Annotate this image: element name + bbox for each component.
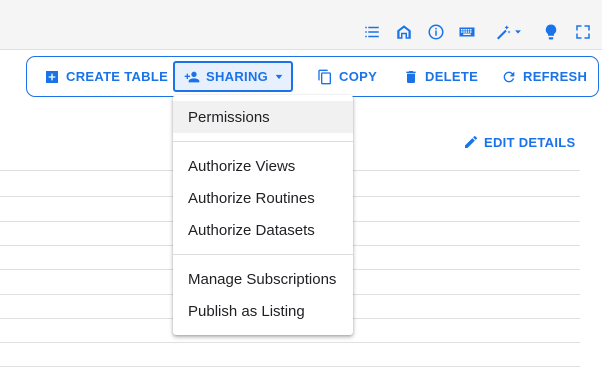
menu-item-permissions[interactable]: Permissions (173, 101, 353, 133)
refresh-button[interactable]: REFRESH (501, 61, 587, 92)
keyboard-icon[interactable] (457, 22, 477, 42)
magic-wand-icon[interactable] (491, 22, 525, 42)
menu-item-authorize-views[interactable]: Authorize Views (173, 150, 353, 182)
lightbulb-icon[interactable] (541, 22, 561, 42)
person-add-icon (184, 71, 200, 82)
pencil-icon (465, 135, 478, 148)
chevron-down-icon (275, 74, 283, 79)
menu-item-authorize-routines[interactable]: Authorize Routines (173, 182, 353, 214)
sharing-button[interactable]: SHARING (173, 61, 293, 92)
menu-divider (173, 141, 353, 142)
create-table-button[interactable]: CREATE TABLE (44, 61, 168, 92)
menu-item-publish-as-listing[interactable]: Publish as Listing (173, 295, 353, 327)
refresh-label: REFRESH (523, 69, 588, 84)
add-box-icon (46, 70, 58, 83)
create-table-label: CREATE TABLE (66, 69, 169, 84)
edit-details-button[interactable]: EDIT DETAILS (463, 132, 575, 152)
sharing-label: SHARING (206, 69, 269, 84)
table-row-divider (0, 366, 580, 367)
sharing-dropdown-menu: Permissions Authorize Views Authorize Ro… (173, 95, 353, 335)
copy-label: COPY (339, 69, 378, 84)
table-row-divider (0, 342, 580, 343)
menu-divider (173, 254, 353, 255)
trash-icon (406, 70, 416, 83)
top-header (0, 0, 602, 50)
info-icon[interactable] (426, 22, 446, 42)
copy-icon (318, 69, 331, 84)
dataset-action-toolbar: CREATE TABLE SHARING COPY DELETE REFRESH (26, 56, 599, 97)
menu-item-authorize-datasets[interactable]: Authorize Datasets (173, 214, 353, 246)
edit-details-label: EDIT DETAILS (484, 134, 576, 150)
home-icon[interactable] (394, 22, 414, 42)
refresh-icon (503, 71, 515, 82)
delete-label: DELETE (425, 69, 479, 84)
list-icon[interactable] (362, 22, 382, 42)
delete-button[interactable]: DELETE (403, 61, 478, 92)
fullscreen-icon[interactable] (573, 22, 593, 42)
menu-item-manage-subscriptions[interactable]: Manage Subscriptions (173, 263, 353, 295)
copy-button[interactable]: COPY (317, 61, 377, 92)
